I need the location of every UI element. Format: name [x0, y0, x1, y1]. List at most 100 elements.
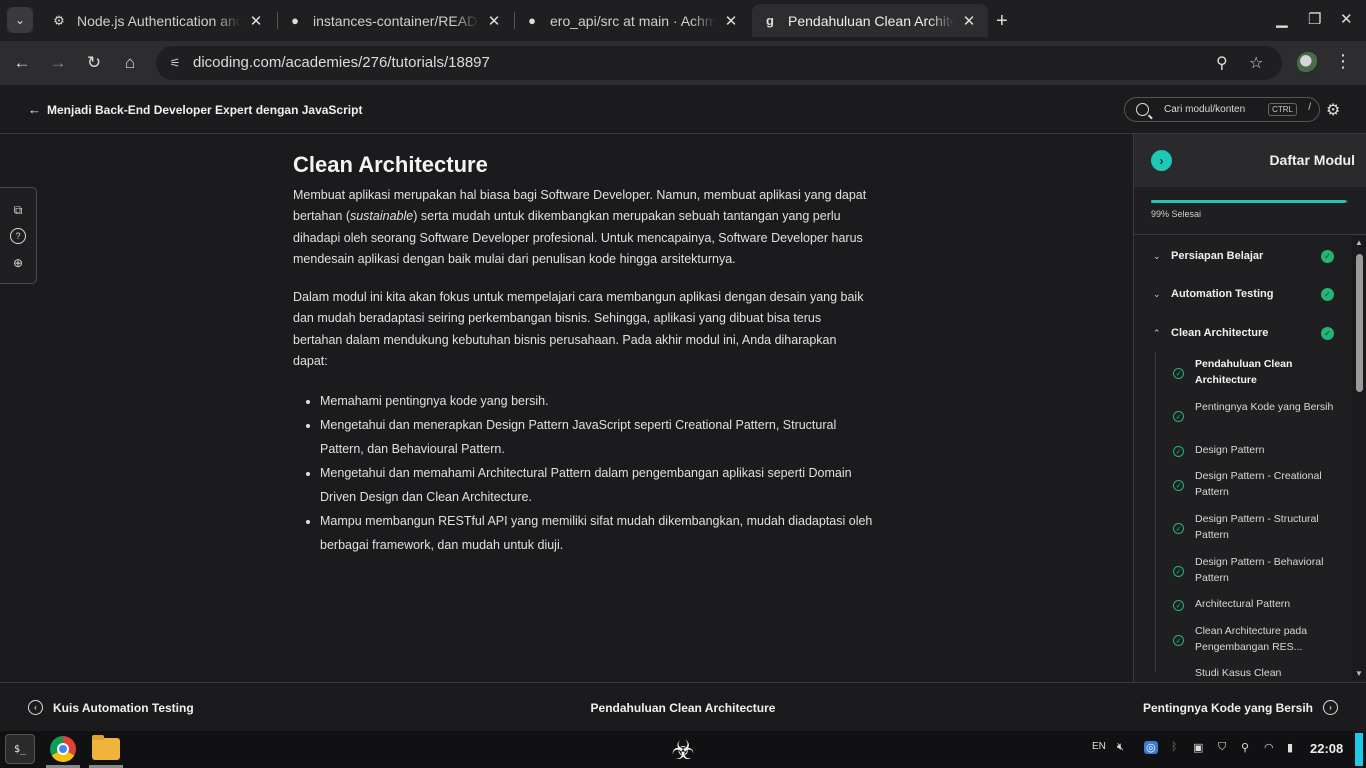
github-icon: ● — [528, 13, 536, 28]
section-clean-architecture[interactable]: ⌃ Clean Architecture ✓ — [1134, 322, 1352, 344]
home-icon[interactable]: ⌂ — [118, 51, 142, 75]
check-circle-outline-icon: ✓ — [1173, 368, 1184, 379]
progress-section: 99% Selesai — [1134, 187, 1366, 235]
bluetooth-icon[interactable]: ᛒ — [1171, 741, 1178, 753]
os-taskbar: $_ ☣ EN 🔇︎ ◎ ᛒ ▣ ⛉ ⚲ ◠ ▮ 22:08 — [0, 731, 1366, 768]
site-info-icon[interactable]: ⚟ — [165, 53, 185, 73]
check-circle-icon: ✓ — [1321, 249, 1334, 263]
section-persiapan-belajar[interactable]: ⌄ Persiapan Belajar ✓ — [1134, 245, 1352, 267]
scroll-down-icon[interactable]: ▼ — [1355, 669, 1363, 678]
submodule-label: Pendahuluan Clean Architecture — [1195, 358, 1293, 386]
close-window-icon[interactable]: ✕ — [1340, 10, 1353, 28]
battery-icon[interactable]: ▮ — [1287, 741, 1293, 754]
clock[interactable]: 22:08 — [1310, 741, 1343, 756]
minimize-icon[interactable]: ▁ — [1276, 10, 1288, 28]
reload-icon[interactable]: ↻ — [82, 51, 106, 75]
chevron-up-icon: ⌃ — [1153, 327, 1161, 338]
app-tray-icon[interactable]: ◎ — [1144, 741, 1158, 754]
back-arrow-icon[interactable]: ← — [10, 51, 34, 75]
sidebar-scrollbar[interactable]: ▲ ▼ — [1352, 236, 1366, 680]
browser-tab-active[interactable]: g Pendahuluan Clean Architect ✕ — [752, 4, 988, 37]
close-tab-icon[interactable]: ✕ — [960, 12, 978, 30]
page-header: ← Menjadi Back-End Developer Expert deng… — [0, 85, 1366, 134]
chevron-right-icon[interactable]: › — [1151, 150, 1172, 171]
files-folder-icon[interactable] — [91, 734, 121, 764]
close-tab-icon[interactable]: ✕ — [722, 12, 740, 30]
check-circle-outline-icon: ✓ — [1173, 523, 1184, 534]
next-module-button[interactable]: Pentingnya Kode yang Bersih › — [1143, 700, 1338, 715]
url-text[interactable]: dicoding.com/academies/276/tutorials/188… — [193, 54, 490, 71]
wifi-icon[interactable]: ◠ — [1264, 741, 1274, 754]
search-icon — [1136, 103, 1149, 116]
browser-tab[interactable]: ⚙ Node.js Authentication and R ✕ — [41, 4, 275, 37]
location-icon[interactable]: ⚲ — [1241, 741, 1249, 754]
maximize-icon[interactable]: ❐ — [1308, 10, 1321, 28]
zoom-icon[interactable]: ⚲ — [1216, 53, 1228, 73]
keyboard-layout-indicator[interactable]: EN — [1092, 741, 1106, 752]
list-item: Mampu membangun RESTful API yang memilik… — [320, 509, 873, 557]
help-icon[interactable]: ? — [10, 228, 26, 244]
submodule-label: Design Pattern — [1195, 444, 1265, 456]
sidebar-title: Daftar Modul — [1269, 152, 1355, 168]
browser-tab-strip: ⌄ ⚙ Node.js Authentication and R ✕ ● ins… — [0, 0, 1366, 41]
check-circle-outline-icon: ✓ — [1173, 411, 1184, 422]
check-circle-outline-icon: ✓ — [1173, 600, 1184, 611]
settings-gear-icon[interactable]: ⚙ — [1326, 100, 1340, 120]
module-search-input[interactable]: Cari modul/konten CTRL / — [1124, 97, 1320, 122]
biohazard-logo-icon[interactable]: ☣ — [666, 734, 700, 766]
volume-muted-icon[interactable]: 🔇︎ — [1117, 741, 1124, 754]
support-lifebuoy-icon[interactable]: ⊕ — [10, 255, 26, 271]
progress-text: 99% Selesai — [1151, 209, 1202, 219]
close-tab-icon[interactable]: ✕ — [485, 12, 503, 30]
browser-tab[interactable]: ● instances-container/READM ✕ — [277, 4, 513, 37]
submodule-label: Clean Architecture pada Pengembangan RES… — [1195, 625, 1308, 653]
chrome-icon[interactable] — [48, 734, 78, 764]
tab-search-menu-button[interactable]: ⌄ — [7, 7, 33, 33]
chevron-right-icon: › — [1323, 700, 1338, 715]
course-title: Menjadi Back-End Developer Expert dengan… — [47, 102, 363, 117]
chevron-down-icon: ⌄ — [1153, 250, 1161, 261]
bookmark-star-icon[interactable]: ☆ — [1249, 53, 1263, 73]
check-circle-outline-icon: ✓ — [1173, 446, 1184, 457]
module-sidebar: › Daftar Modul 99% Selesai ⌄ Persiapan B… — [1133, 134, 1366, 682]
submodule-label: Design Pattern - Creational Pattern — [1195, 470, 1322, 498]
arrow-left-icon: ← — [28, 102, 41, 117]
scroll-up-icon[interactable]: ▲ — [1355, 238, 1363, 247]
objectives-list: Memahami pentingnya kode yang bersih. Me… — [320, 389, 873, 557]
check-circle-outline-icon: ✓ — [1173, 635, 1184, 646]
terminal-icon[interactable]: $_ — [5, 734, 35, 764]
tab-title: ero_api/src at main · Achmad — [550, 12, 716, 29]
discussion-icon[interactable]: ⧉ — [10, 202, 26, 218]
forward-arrow-icon[interactable]: → — [46, 51, 70, 75]
shortcut-key-slash: / — [1308, 102, 1311, 113]
next-module-label: Pentingnya Kode yang Bersih — [1142, 700, 1313, 715]
section-label: Automation Testing — [1171, 288, 1274, 300]
bottom-navigation: ‹ Kuis Automation Testing Pendahuluan Cl… — [0, 682, 1366, 731]
shield-icon[interactable]: ⛉ — [1218, 741, 1226, 754]
back-to-course-link[interactable]: ← Menjadi Back-End Developer Expert deng… — [28, 102, 362, 117]
check-circle-icon: ✓ — [1321, 287, 1334, 301]
progress-fill — [1151, 200, 1347, 203]
browser-menu-icon[interactable]: ⋮ — [1334, 51, 1352, 72]
emphasis-text: sustainable — [349, 209, 414, 224]
article-content: Clean Architecture Membuat aplikasi meru… — [293, 152, 873, 557]
list-item: Mengetahui dan menerapkan Design Pattern… — [320, 413, 873, 461]
address-bar[interactable]: ⚟ dicoding.com/academies/276/tutorials/1… — [156, 46, 1282, 80]
github-icon: ● — [291, 13, 299, 28]
notification-edge-indicator[interactable] — [1355, 733, 1363, 766]
close-tab-icon[interactable]: ✕ — [247, 12, 265, 30]
section-label: Persiapan Belajar — [1171, 250, 1264, 262]
browser-tab[interactable]: ● ero_api/src at main · Achmad ✕ — [514, 4, 750, 37]
section-automation-testing[interactable]: ⌄ Automation Testing ✓ — [1134, 283, 1352, 305]
profile-avatar[interactable] — [1297, 52, 1319, 74]
tool-rail: ⧉ ? ⊕ — [0, 187, 37, 284]
new-tab-icon[interactable]: + — [996, 10, 1008, 33]
tab-title: Node.js Authentication and R — [77, 12, 241, 29]
submodule-label: Pentingnya Kode yang Bersih — [1195, 401, 1334, 413]
article-title: Clean Architecture — [293, 152, 488, 177]
check-circle-outline-icon: ✓ — [1173, 480, 1184, 491]
submodule-label: Design Pattern - Structural Pattern — [1195, 513, 1319, 541]
clipboard-icon[interactable]: ▣ — [1193, 741, 1203, 754]
submodule-label: Studi Kasus Clean — [1195, 667, 1282, 679]
scrollbar-thumb[interactable] — [1356, 254, 1363, 392]
